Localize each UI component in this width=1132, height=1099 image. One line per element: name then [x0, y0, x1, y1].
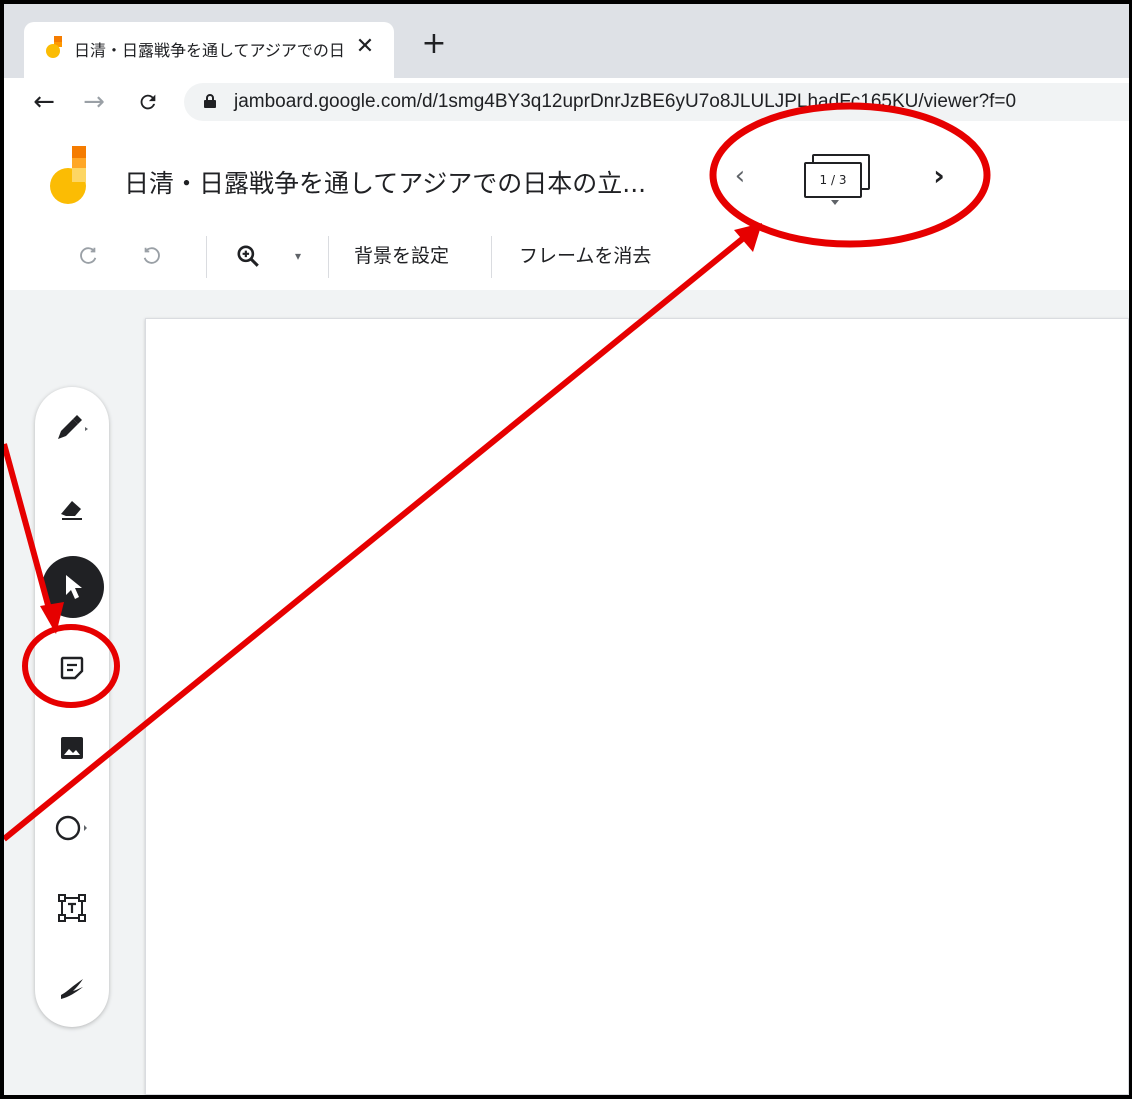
select-icon[interactable] [42, 556, 104, 618]
browser-tab[interactable]: 日清・日露戦争を通してアジアでの日 ✕ [24, 22, 394, 78]
edit-toolbar: ▾ 背景を設定 フレームを消去 [4, 224, 1129, 291]
undo-icon[interactable] [68, 238, 108, 274]
set-background-button[interactable]: 背景を設定 [354, 238, 449, 274]
image-icon[interactable] [47, 723, 97, 773]
zoom-dropdown-icon[interactable]: ▾ [286, 238, 310, 274]
clear-frame-button[interactable]: フレームを消去 [519, 238, 651, 274]
chevron-down-icon [831, 200, 839, 205]
tab-close-icon[interactable]: ✕ [350, 32, 380, 62]
workspace [4, 290, 1129, 1095]
text-box-icon[interactable] [47, 883, 97, 933]
toolbar-divider [206, 236, 207, 278]
tab-title: 日清・日露戦争を通してアジアでの日 [74, 41, 344, 60]
address-bar-row: ← → jamboard.google.com/d/1smg4BY3q12upr… [4, 78, 1129, 127]
new-tab-button[interactable]: + [416, 26, 452, 62]
sticky-note-icon[interactable] [47, 643, 97, 693]
omnibox[interactable]: jamboard.google.com/d/1smg4BY3q12uprDnrJ… [184, 83, 1129, 121]
reload-icon[interactable] [128, 82, 168, 122]
toolbar-divider [328, 236, 329, 278]
back-arrow-icon[interactable]: ← [24, 82, 64, 122]
pen-icon[interactable] [47, 403, 97, 453]
jam-canvas[interactable] [145, 318, 1129, 1095]
forward-arrow-icon[interactable]: → [74, 82, 114, 122]
lock-icon [204, 94, 216, 108]
document-title[interactable]: 日清・日露戦争を通してアジアでの日本の立... [124, 164, 646, 200]
tool-palette [35, 387, 109, 1027]
redo-icon[interactable] [132, 238, 172, 274]
eraser-icon[interactable] [47, 483, 97, 533]
previous-frame-button[interactable]: ‹ [720, 156, 760, 196]
zoom-icon[interactable] [228, 238, 268, 274]
app-header: 日清・日露戦争を通してアジアでの日本の立... ‹ 1 / 3 › [4, 126, 1129, 225]
frame-navigator[interactable]: 1 / 3 [800, 148, 880, 205]
url-text[interactable]: jamboard.google.com/d/1smg4BY3q12uprDnrJ… [234, 91, 1016, 113]
laser-icon[interactable] [47, 963, 97, 1013]
browser-tab-strip: 日清・日露戦争を通してアジアでの日 ✕ + [4, 4, 1129, 78]
jamboard-favicon-icon [46, 36, 62, 58]
circle-icon[interactable] [47, 803, 97, 853]
toolbar-divider [491, 236, 492, 278]
next-frame-button[interactable]: › [919, 156, 959, 196]
jamboard-logo-icon [50, 146, 86, 204]
frame-counter-label: 1 / 3 [804, 162, 862, 198]
screenshot-frame: 日清・日露戦争を通してアジアでの日 ✕ + ← → jamboard.googl… [0, 0, 1132, 1099]
